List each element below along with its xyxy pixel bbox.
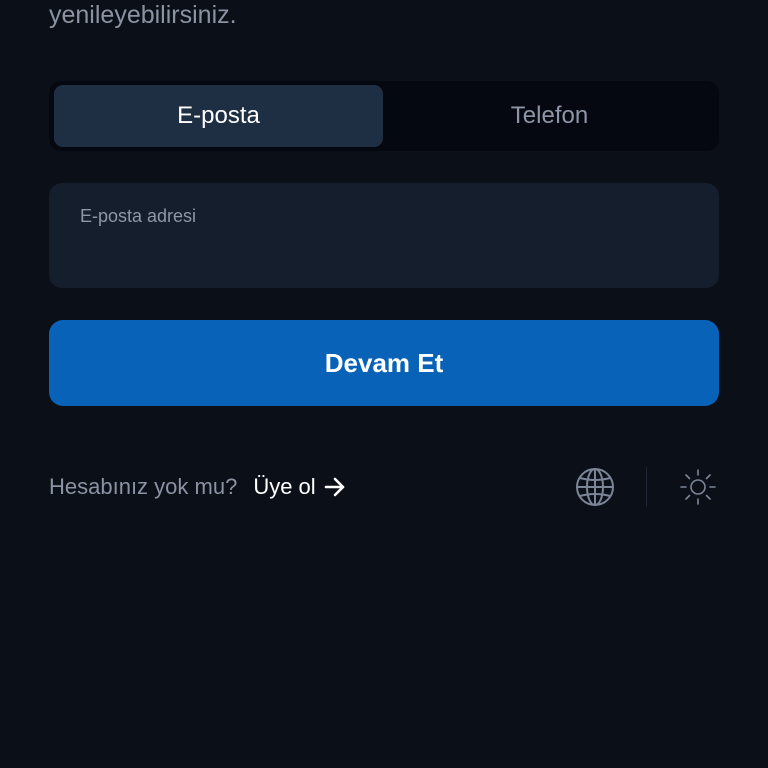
tab-email[interactable]: E-posta [54, 85, 383, 147]
arrow-right-icon [324, 477, 344, 497]
signup-link[interactable]: Üye ol [253, 474, 345, 500]
continue-button[interactable]: Devam Et [49, 320, 719, 406]
email-input[interactable] [80, 235, 688, 265]
sun-icon [680, 469, 716, 505]
contact-method-tabs: E-posta Telefon [49, 81, 719, 151]
reset-password-screen: yenileyebilirsiniz. E-posta Telefon E-po… [0, 0, 768, 768]
theme-toggle-button[interactable] [677, 466, 719, 508]
email-field[interactable]: E-posta adresi [49, 183, 719, 288]
footer-bar: Hesabınız yok mu? Üye ol [49, 466, 719, 508]
signup-link-label: Üye ol [253, 474, 316, 499]
no-account-question: Hesabınız yok mu? [49, 474, 238, 499]
email-field-label: E-posta adresi [80, 206, 197, 226]
footer-divider [646, 467, 647, 507]
page-subtitle: yenileyebilirsiniz. [49, 1, 237, 29]
footer-utilities [574, 466, 719, 508]
tab-phone[interactable]: Telefon [385, 85, 714, 147]
globe-icon [576, 468, 614, 506]
language-button[interactable] [574, 466, 616, 508]
